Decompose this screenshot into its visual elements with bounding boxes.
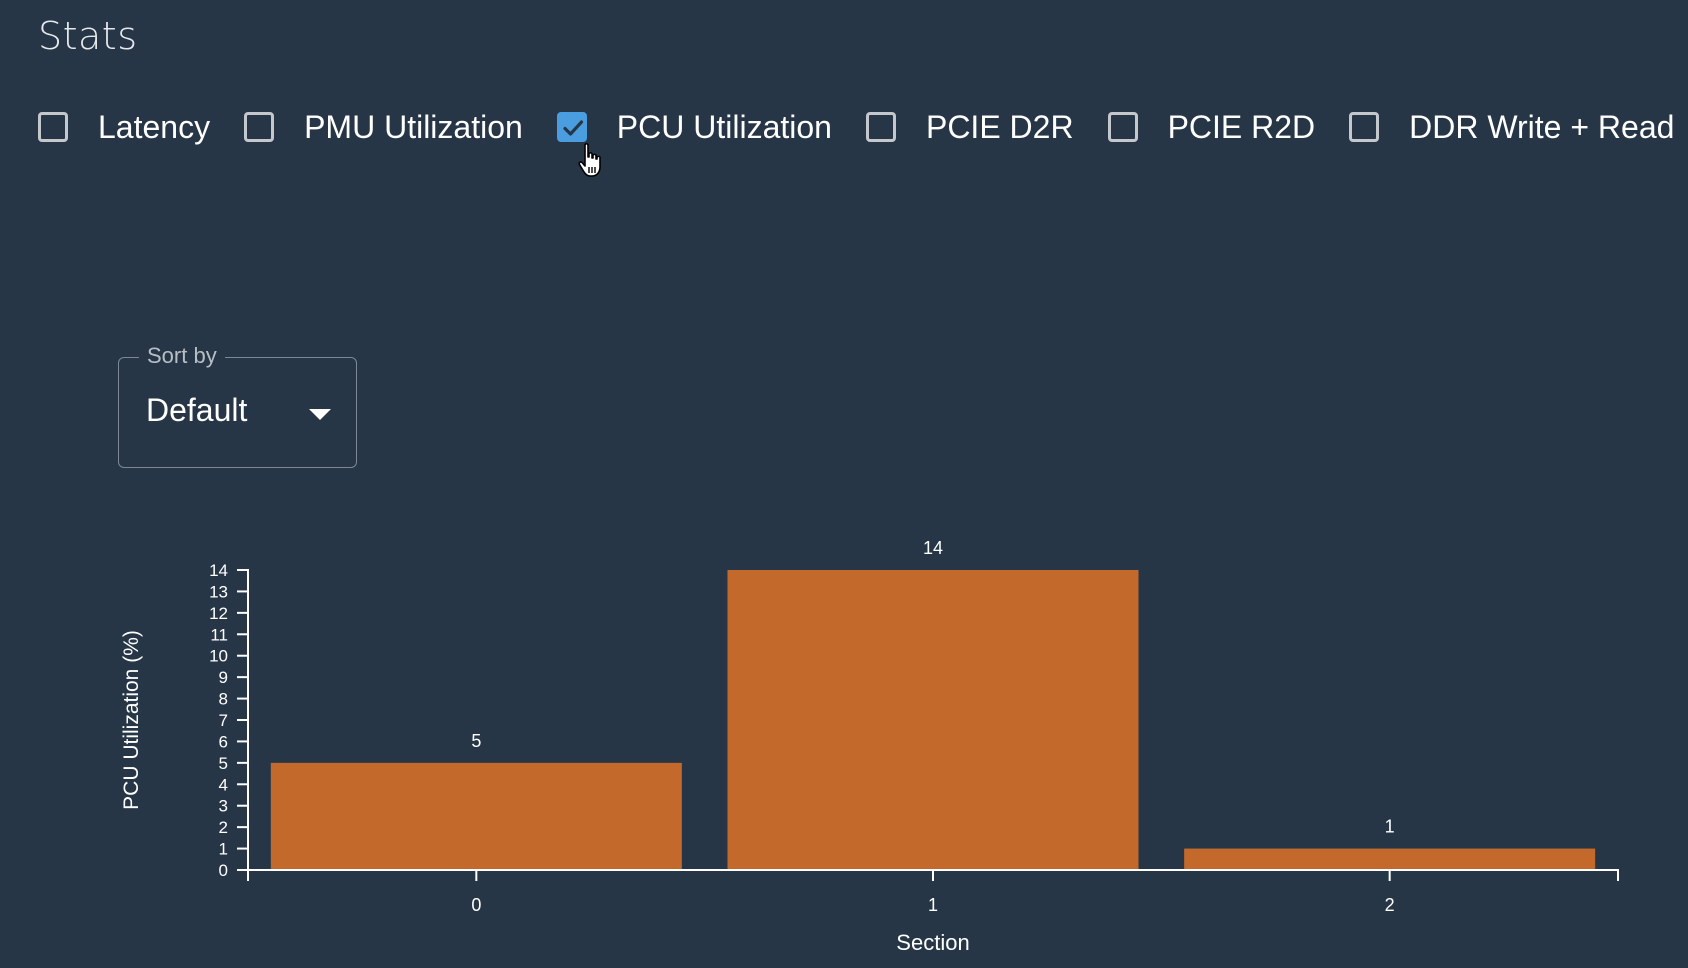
y-tick-label: 6 <box>219 732 228 751</box>
bar-2 <box>1184 848 1596 870</box>
y-tick-label: 4 <box>219 775 228 794</box>
bar-1 <box>727 570 1139 870</box>
y-axis-label: PCU Utilization (%) <box>120 630 143 810</box>
data-label: 14 <box>923 538 943 558</box>
y-tick-label: 1 <box>219 840 228 859</box>
x-tick-label: 2 <box>1385 895 1395 915</box>
y-tick-label: 11 <box>210 625 228 644</box>
y-tick-label: 14 <box>209 561 228 580</box>
bar-0 <box>270 762 682 870</box>
y-tick-label: 12 <box>209 604 228 623</box>
y-tick-label: 7 <box>219 711 228 730</box>
x-axis-label: Section <box>896 930 969 955</box>
y-tick-label: 3 <box>219 797 228 816</box>
bar-chart: PCU Utilization (%) Section 5141 0123456… <box>120 538 1619 955</box>
x-tick-label: 0 <box>471 895 481 915</box>
data-label: 5 <box>471 731 481 751</box>
x-tick-label: 1 <box>928 895 938 915</box>
y-tick-label: 9 <box>219 668 228 687</box>
y-tick-label: 2 <box>219 818 228 837</box>
data-label: 1 <box>1385 817 1395 837</box>
y-tick-label: 0 <box>219 861 228 880</box>
y-tick-label: 5 <box>219 754 228 773</box>
y-tick-label: 13 <box>209 582 228 601</box>
y-tick-label: 8 <box>219 690 228 709</box>
y-tick-label: 10 <box>209 647 228 666</box>
